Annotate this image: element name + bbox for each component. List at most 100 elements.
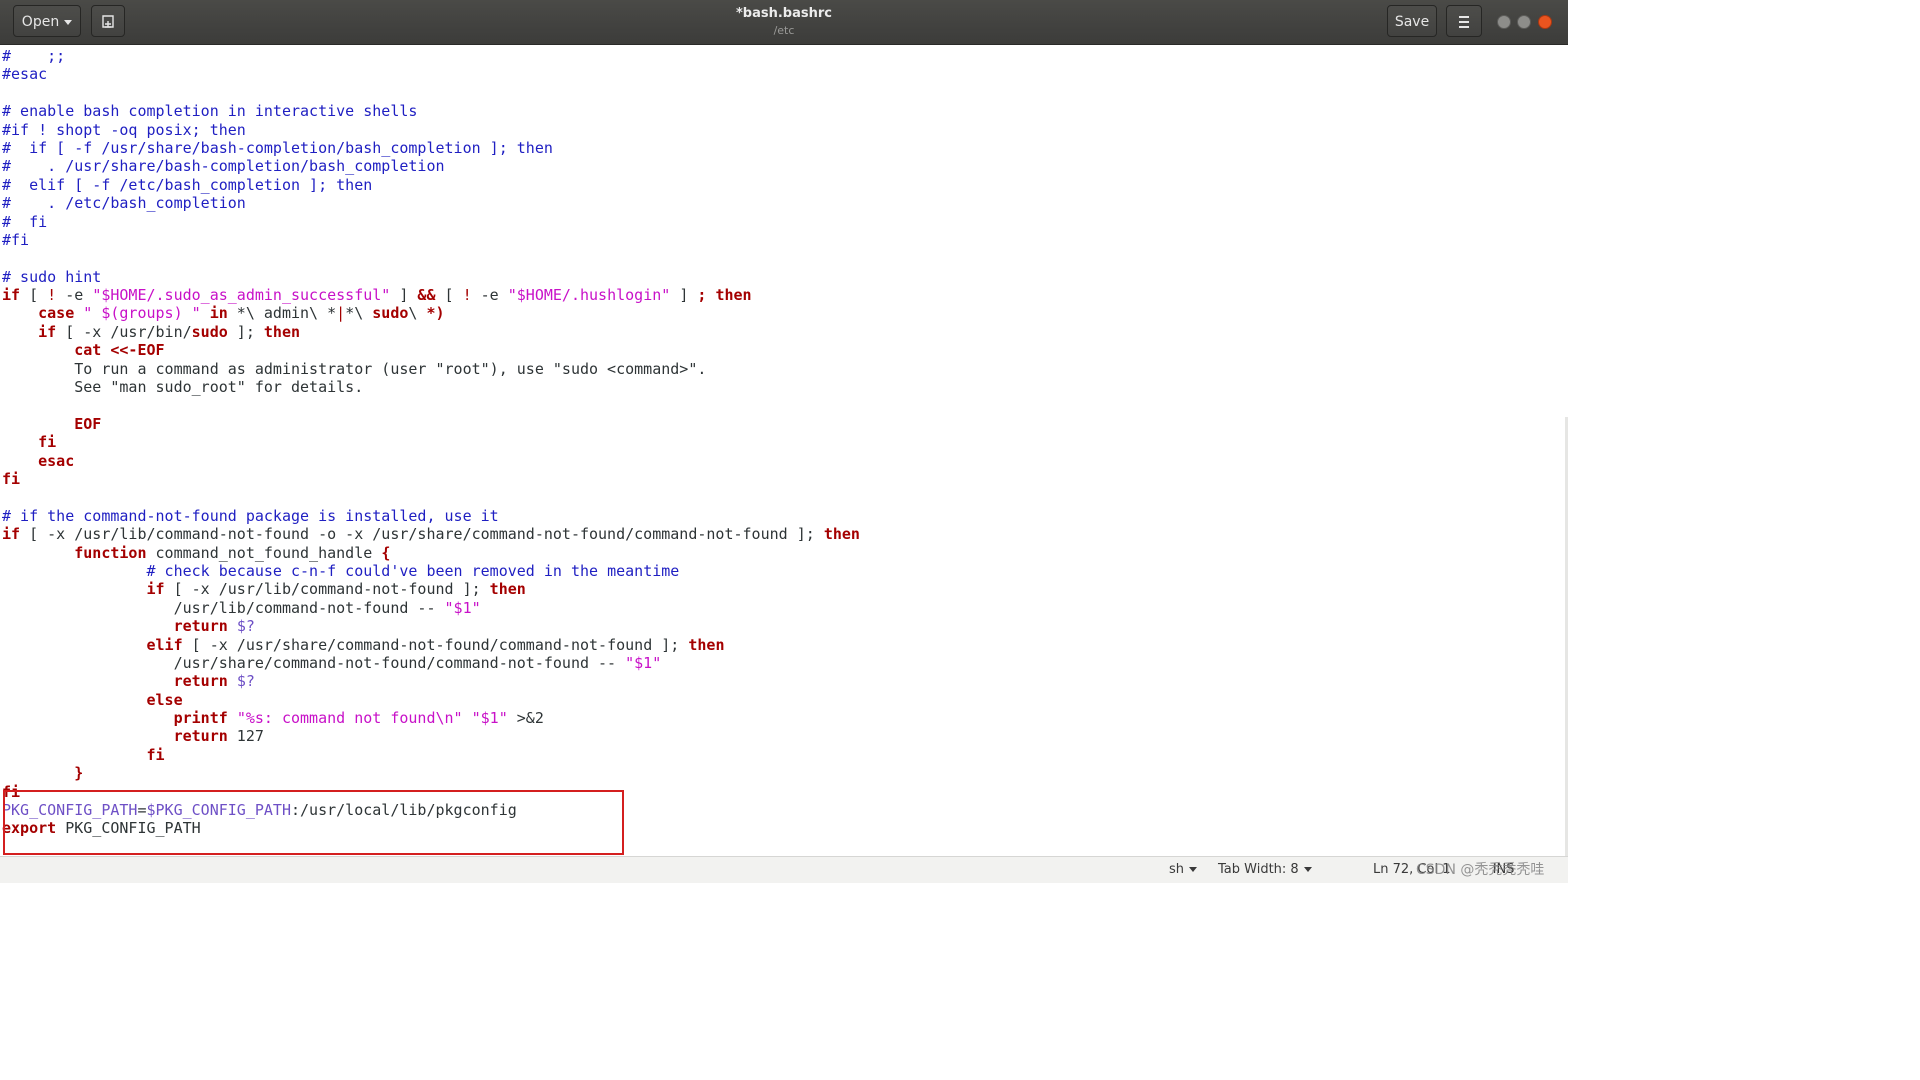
status-bar: sh Tab Width: 8 Ln 72, Col 1 INS [0,856,1568,883]
code-line[interactable]: cat <<-EOF [2,341,860,359]
code-token: /usr/share/command-not-found/command-not… [2,653,626,672]
main-menu-button[interactable] [1446,5,1482,37]
code-token: if [2,525,21,544]
code-line[interactable]: if [ ! -e "$HOME/.sudo_as_admin_successf… [2,286,860,304]
open-button[interactable]: Open [13,5,81,37]
code-line[interactable]: if [ -x /usr/bin/sudo ]; then [2,323,860,341]
code-line[interactable]: #esac [2,65,860,83]
code-token: >&2 [507,709,544,728]
code-line[interactable]: /usr/share/command-not-found/command-not… [2,654,860,672]
code-line[interactable]: function command_not_found_handle { [2,544,860,562]
code-line[interactable]: fi [2,746,860,764]
code-line[interactable]: if [ -x /usr/lib/command-not-found ]; th… [2,580,860,598]
code-token: EOF [74,414,102,433]
maximize-icon[interactable] [1517,15,1531,29]
code-token: ] [670,286,698,305]
code-token: esac [38,451,75,470]
code-line[interactable]: return $? [2,672,860,690]
code-line[interactable]: # enable bash completion in interactive … [2,102,860,120]
code-line[interactable]: elif [ -x /usr/share/command-not-found/c… [2,636,860,654]
language-selector[interactable]: sh [1169,862,1198,877]
code-token: $? [236,672,255,691]
code-token: *\ admin\ * [227,304,337,323]
minimize-icon[interactable] [1497,15,1511,29]
code-line[interactable]: # check because c-n-f could've been remo… [2,562,860,580]
code-line[interactable]: else [2,691,860,709]
code-line[interactable]: fi [2,470,860,488]
tab-width-selector[interactable]: Tab Width: 8 [1218,862,1312,877]
code-line[interactable]: See "man sudo_root" for details. [2,378,860,396]
code-token: *) [426,304,445,323]
code-line[interactable] [2,84,860,102]
code-line[interactable]: # if the command-not-found package is in… [2,507,860,525]
code-token: | [336,304,346,323]
code-line[interactable]: printf "%s: command not found\n" "$1" >&… [2,709,860,727]
code-line[interactable]: To run a command as administrator (user … [2,360,860,378]
code-token: case [38,304,75,323]
code-token: fi [38,433,57,452]
code-token: command_not_found_handle [146,543,382,562]
code-line[interactable]: # if [ -f /usr/share/bash-completion/bas… [2,139,860,157]
code-line[interactable]: #fi [2,231,860,249]
code-line[interactable]: # sudo hint [2,268,860,286]
code-line[interactable]: # fi [2,213,860,231]
tab-width-label: Tab Width: 8 [1218,862,1299,877]
code-token: "$1" [625,653,662,672]
code-line[interactable]: case " $(groups) " in *\ admin\ *|*\ sud… [2,304,860,322]
chevron-down-icon [1189,867,1198,872]
code-token: in [209,304,228,323]
close-icon[interactable] [1538,15,1552,29]
code-line[interactable] [2,396,860,414]
code-token: # fi [2,212,48,231]
new-document-button[interactable] [91,5,125,37]
code-token: 127 [227,727,264,746]
code-token: [ -x /usr/lib/command-not-found -o -x /u… [20,525,824,544]
code-line[interactable]: # . /etc/bash_completion [2,194,860,212]
code-line[interactable]: EOF [2,415,860,433]
code-line[interactable]: /usr/lib/command-not-found -- "$1" [2,599,860,617]
code-token: [ [435,286,463,305]
code-line[interactable] [2,488,860,506]
code-token: return [173,727,228,746]
code-line[interactable]: fi [2,433,860,451]
code-line[interactable]: } [2,764,860,782]
code-token: " $(groups) " [83,304,201,323]
code-token: if [38,322,57,341]
code-line[interactable]: # . /usr/share/bash-completion/bash_comp… [2,157,860,175]
code-view[interactable]: # ;; #esac # enable bash completion in int… [2,47,860,838]
code-token: } [74,764,84,783]
code-line[interactable] [2,249,860,267]
save-button[interactable]: Save [1387,5,1437,37]
code-line[interactable]: # ;; [2,47,860,65]
code-token: # check because c-n-f could've been remo… [146,561,680,580]
code-line[interactable]: esac [2,452,860,470]
code-token: { [381,543,391,562]
chevron-down-icon [1303,867,1312,872]
code-token: See "man sudo_root" for details. [2,378,364,397]
code-line[interactable]: # elif [ -f /etc/bash_completion ]; then [2,176,860,194]
code-line[interactable]: return 127 [2,727,860,745]
code-token: if [146,580,165,599]
code-token: # . /etc/bash_completion [2,194,246,213]
header-bar: Open *bash.bashrc /etc Save [0,0,1568,45]
code-token: return [173,617,228,636]
code-line[interactable]: return $? [2,617,860,635]
code-line[interactable]: if [ -x /usr/lib/command-not-found -o -x… [2,525,860,543]
open-button-label: Open [21,14,60,30]
code-token: # if the command-not-found package is in… [2,506,499,525]
text-editor-area[interactable]: # ;; #esac # enable bash completion in int… [0,45,1568,857]
code-token: #fi [2,230,30,249]
vertical-scrollbar[interactable] [1565,417,1568,857]
new-document-icon [102,15,114,28]
code-line[interactable]: #if ! shopt -oq posix; then [2,121,860,139]
code-token: fi [146,745,165,764]
code-token: # sudo hint [2,267,102,286]
code-token: # elif [ -f /etc/bash_completion ]; then [2,175,373,194]
code-token: "$1" [444,598,481,617]
